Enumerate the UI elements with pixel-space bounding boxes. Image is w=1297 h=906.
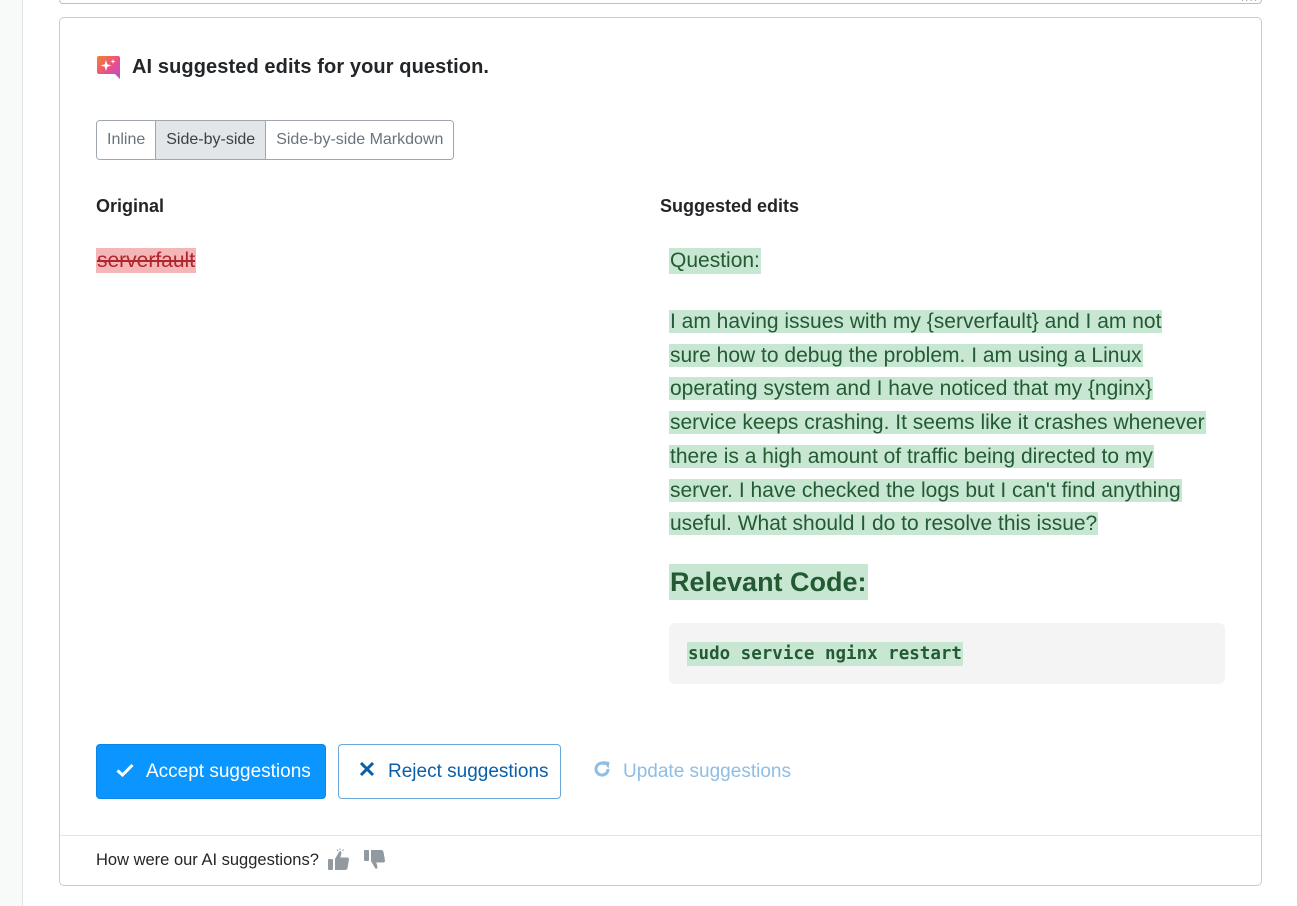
inserted-code-text: sudo service nginx restart (687, 642, 963, 666)
paragraph-line: sure how to debug the problem. I am usin… (669, 343, 1143, 367)
ai-suggestions-panel: AI suggested edits for your question. In… (59, 17, 1262, 886)
reject-suggestions-button[interactable]: Reject suggestions (338, 744, 561, 799)
inserted-question-label: Question: (669, 248, 761, 274)
x-icon (357, 761, 377, 783)
tab-side-by-side[interactable]: Side-by-side (156, 121, 267, 159)
tab-side-by-side-markdown[interactable]: Side-by-side Markdown (266, 121, 454, 159)
original-heading: Original (96, 196, 165, 216)
question-body-textarea[interactable]: //// (59, 0, 1262, 4)
update-suggestions-button[interactable]: Update suggestions (590, 744, 810, 799)
update-suggestions-label: Update suggestions (623, 760, 791, 782)
resize-handle-icon[interactable]: //// (1241, 0, 1260, 3)
paragraph-line: operating system and I have noticed that… (669, 377, 1154, 401)
thumbs-up-icon[interactable] (327, 848, 351, 872)
paragraph-line: useful. What should I do to resolve this… (669, 512, 1099, 536)
tab-inline[interactable]: Inline (97, 121, 157, 159)
suggested-edits-heading: Suggested edits (660, 196, 800, 216)
paragraph-line: service keeps crashing. It seems like it… (669, 411, 1206, 435)
reject-suggestions-label: Reject suggestions (388, 760, 549, 782)
left-sidebar-rail (0, 0, 23, 906)
panel-header: AI suggested edits for your question. (96, 55, 489, 80)
ai-sparkle-icon (97, 56, 120, 79)
paragraph-line: I am having issues with my {serverfault}… (669, 310, 1163, 333)
accept-suggestions-button[interactable]: Accept suggestions (96, 744, 326, 799)
refresh-icon (592, 759, 612, 785)
code-block: sudo service nginx restart (669, 623, 1225, 684)
panel-title: AI suggested edits for your question. (132, 56, 490, 78)
inserted-code-heading: Relevant Code: (669, 564, 868, 600)
view-mode-tabs: Inline Side-by-side Side-by-side Markdow… (96, 120, 455, 160)
thumbs-down-icon[interactable] (363, 848, 387, 872)
feedback-footer: How were our AI suggestions? (60, 835, 1261, 886)
inserted-question-paragraph: I am having issues with my {serverfault}… (669, 305, 1229, 541)
feedback-prompt: How were our AI suggestions? (96, 851, 319, 869)
deleted-text: serverfault (96, 248, 197, 273)
check-icon (115, 761, 135, 783)
accept-suggestions-label: Accept suggestions (146, 760, 311, 782)
paragraph-line: there is a high amount of traffic being … (669, 444, 1154, 468)
paragraph-line: server. I have checked the logs but I ca… (669, 478, 1182, 502)
